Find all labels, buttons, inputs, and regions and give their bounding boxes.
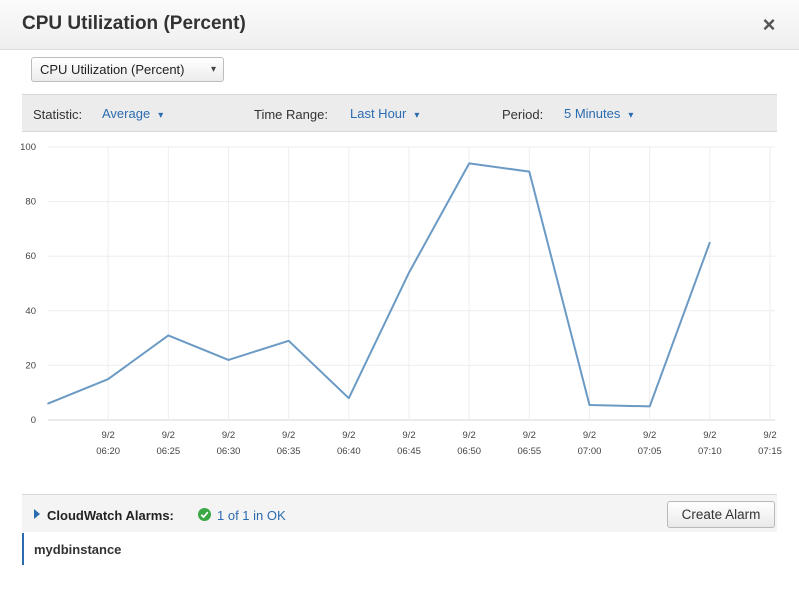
x-tick-date: 9/2 — [523, 430, 536, 441]
data-point — [227, 359, 230, 361]
check-circle-icon — [198, 508, 211, 521]
x-tick-date: 9/2 — [763, 430, 776, 441]
instance-row: mydbinstance — [22, 533, 322, 565]
y-tick-label: 0 — [31, 415, 36, 426]
series-line — [47, 162, 711, 408]
y-tick-label: 60 — [25, 251, 36, 262]
data-point — [528, 170, 531, 173]
x-tick-time: 06:40 — [337, 446, 361, 457]
y-tick-label: 40 — [25, 306, 36, 317]
x-tick-time: 06:20 — [96, 446, 120, 457]
chevron-down-icon: ▾ — [210, 64, 216, 75]
alarms-status-link[interactable]: 1 of 1 in OK — [217, 508, 286, 523]
period-value: 5 Minutes — [564, 106, 621, 121]
metric-select-value: CPU Utilization (Percent) — [40, 62, 185, 77]
x-tick-date: 9/2 — [162, 430, 175, 441]
data-point — [348, 397, 350, 399]
x-tick-time: 06:30 — [217, 446, 241, 457]
data-point — [287, 340, 290, 342]
data-point — [468, 162, 470, 165]
chevron-down-icon: ▾ — [414, 110, 420, 121]
x-tick-time: 07:00 — [578, 446, 602, 457]
x-tick-date: 9/2 — [643, 430, 656, 441]
x-tick-date: 9/2 — [102, 430, 115, 441]
dialog-title: CPU Utilization (Percent) — [22, 13, 246, 34]
data-point — [107, 378, 109, 380]
time-range-value: Last Hour — [350, 106, 407, 121]
chevron-down-icon: ▾ — [628, 110, 634, 121]
cloudwatch-alarms-bar: CloudWatch Alarms: 1 of 1 in OK Create A… — [22, 494, 777, 532]
instance-name: mydbinstance — [34, 542, 122, 557]
graph-options-bar: Statistic: Average ▾ Time Range: Last Hou… — [22, 94, 777, 132]
x-tick-date: 9/2 — [583, 430, 596, 441]
statistic-value: Average — [102, 106, 151, 121]
x-tick-date: 9/2 — [342, 430, 355, 441]
period-dropdown[interactable]: 5 Minutes ▾ — [564, 106, 633, 121]
data-point — [709, 241, 711, 244]
x-tick-time: 07:10 — [698, 446, 722, 457]
x-tick-time: 07:05 — [638, 446, 662, 457]
x-tick-time: 07:15 — [758, 446, 782, 457]
data-point — [588, 404, 591, 406]
dialog-header: CPU Utilization (Percent) × — [0, 0, 799, 50]
y-tick-label: 100 — [20, 142, 36, 153]
x-tick-date: 9/2 — [703, 430, 716, 441]
cpu-utilization-chart: 0 20 40 60 80 100 9/2 06:20 9/2 06:25 9/2 06:30 9/2 0… — [20, 142, 782, 457]
time-range-label: Time Range: — [254, 107, 328, 122]
expand-triangle-icon[interactable] — [34, 509, 40, 519]
close-icon[interactable]: × — [758, 12, 780, 38]
create-alarm-button[interactable]: Create Alarm — [667, 501, 775, 528]
cloudwatch-alarms-label[interactable]: CloudWatch Alarms: — [47, 508, 174, 523]
y-tick-label: 80 — [25, 197, 36, 208]
data-point — [167, 334, 170, 337]
time-range-dropdown[interactable]: Last Hour ▾ — [350, 106, 419, 121]
data-point — [408, 271, 410, 274]
x-tick-time: 06:45 — [397, 446, 421, 457]
data-point — [648, 405, 651, 408]
x-tick-date: 9/2 — [222, 430, 235, 441]
x-tick-date: 9/2 — [402, 430, 415, 441]
period-label: Period: — [502, 107, 544, 122]
x-tick-time: 06:55 — [517, 446, 541, 457]
chevron-down-icon: ▾ — [158, 110, 164, 121]
statistic-label: Statistic: — [33, 107, 83, 122]
x-tick-date: 9/2 — [282, 430, 295, 441]
data-point — [47, 402, 49, 405]
statistic-dropdown[interactable]: Average ▾ — [102, 106, 163, 121]
metric-select[interactable]: CPU Utilization (Percent) ▾ — [31, 57, 224, 82]
x-tick-time: 06:50 — [457, 446, 481, 457]
x-tick-time: 06:35 — [277, 446, 301, 457]
x-tick-time: 06:25 — [156, 446, 180, 457]
x-tick-date: 9/2 — [463, 430, 476, 441]
y-tick-label: 20 — [25, 360, 36, 371]
